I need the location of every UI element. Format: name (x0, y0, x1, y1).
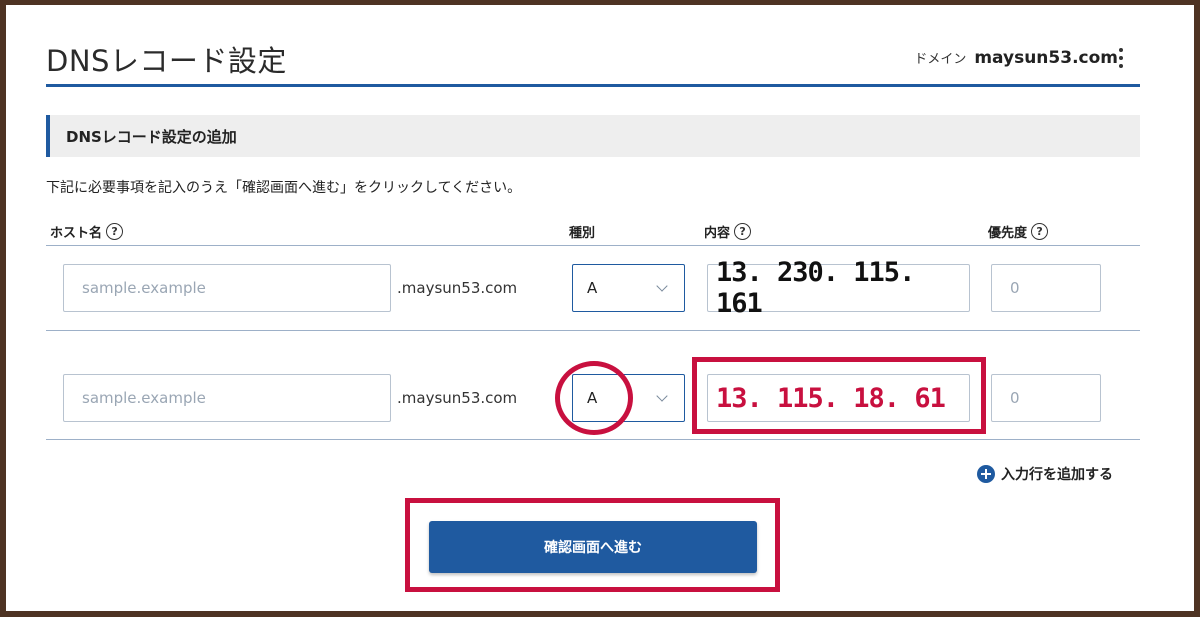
type-select[interactable]: A (572, 264, 685, 312)
help-icon[interactable]: ? (106, 223, 124, 240)
content-input[interactable]: 13. 115. 18. 61 (707, 374, 970, 422)
type-select-value: A (587, 389, 598, 407)
domain-indicator: ドメイン maysun53.com (914, 48, 1118, 68)
instruction-text: 下記に必要事項を記入のうえ「確認画面へ進む」をクリックしてください。 (46, 180, 522, 196)
host-input[interactable]: sample.example (63, 264, 391, 312)
more-vertical-icon[interactable] (1112, 44, 1130, 72)
host-input[interactable]: sample.example (63, 374, 391, 422)
type-select[interactable]: A (572, 374, 685, 422)
content-input[interactable]: 13. 230. 115. 161 (707, 257, 970, 319)
add-row-button[interactable]: 入力行を追加する (977, 464, 1113, 484)
type-select-value: A (587, 279, 598, 297)
title-divider (46, 84, 1140, 87)
chevron-down-icon (656, 390, 668, 402)
chevron-down-icon (656, 280, 668, 292)
domain-value: maysun53.com (974, 48, 1118, 68)
table-divider (46, 330, 1140, 331)
table-divider (46, 245, 1140, 246)
table-divider (46, 439, 1140, 440)
column-header-host: ホスト名 ? (50, 222, 124, 241)
help-icon[interactable]: ? (734, 223, 752, 240)
domain-suffix: .maysun53.com (397, 279, 518, 297)
column-header-priority: 優先度 ? (988, 222, 1049, 241)
column-header-content: 内容 ? (704, 222, 752, 241)
column-label-host: ホスト名 (50, 226, 103, 241)
priority-input[interactable]: 0 (991, 264, 1101, 312)
domain-label: ドメイン (914, 52, 967, 67)
priority-input[interactable]: 0 (991, 374, 1101, 422)
add-row-label: 入力行を追加する (1001, 467, 1113, 483)
plus-circle-icon (977, 465, 995, 483)
column-header-type: 種別 (569, 222, 595, 241)
page-title: DNSレコード設定 (46, 44, 287, 78)
column-label-type: 種別 (569, 226, 596, 241)
column-label-priority: 優先度 (988, 226, 1028, 241)
section-header: DNSレコード設定の追加 (46, 115, 1140, 157)
column-label-content: 内容 (704, 226, 731, 241)
help-icon[interactable]: ? (1031, 223, 1049, 240)
domain-suffix: .maysun53.com (397, 389, 518, 407)
confirm-button[interactable]: 確認画面へ進む (429, 521, 757, 573)
